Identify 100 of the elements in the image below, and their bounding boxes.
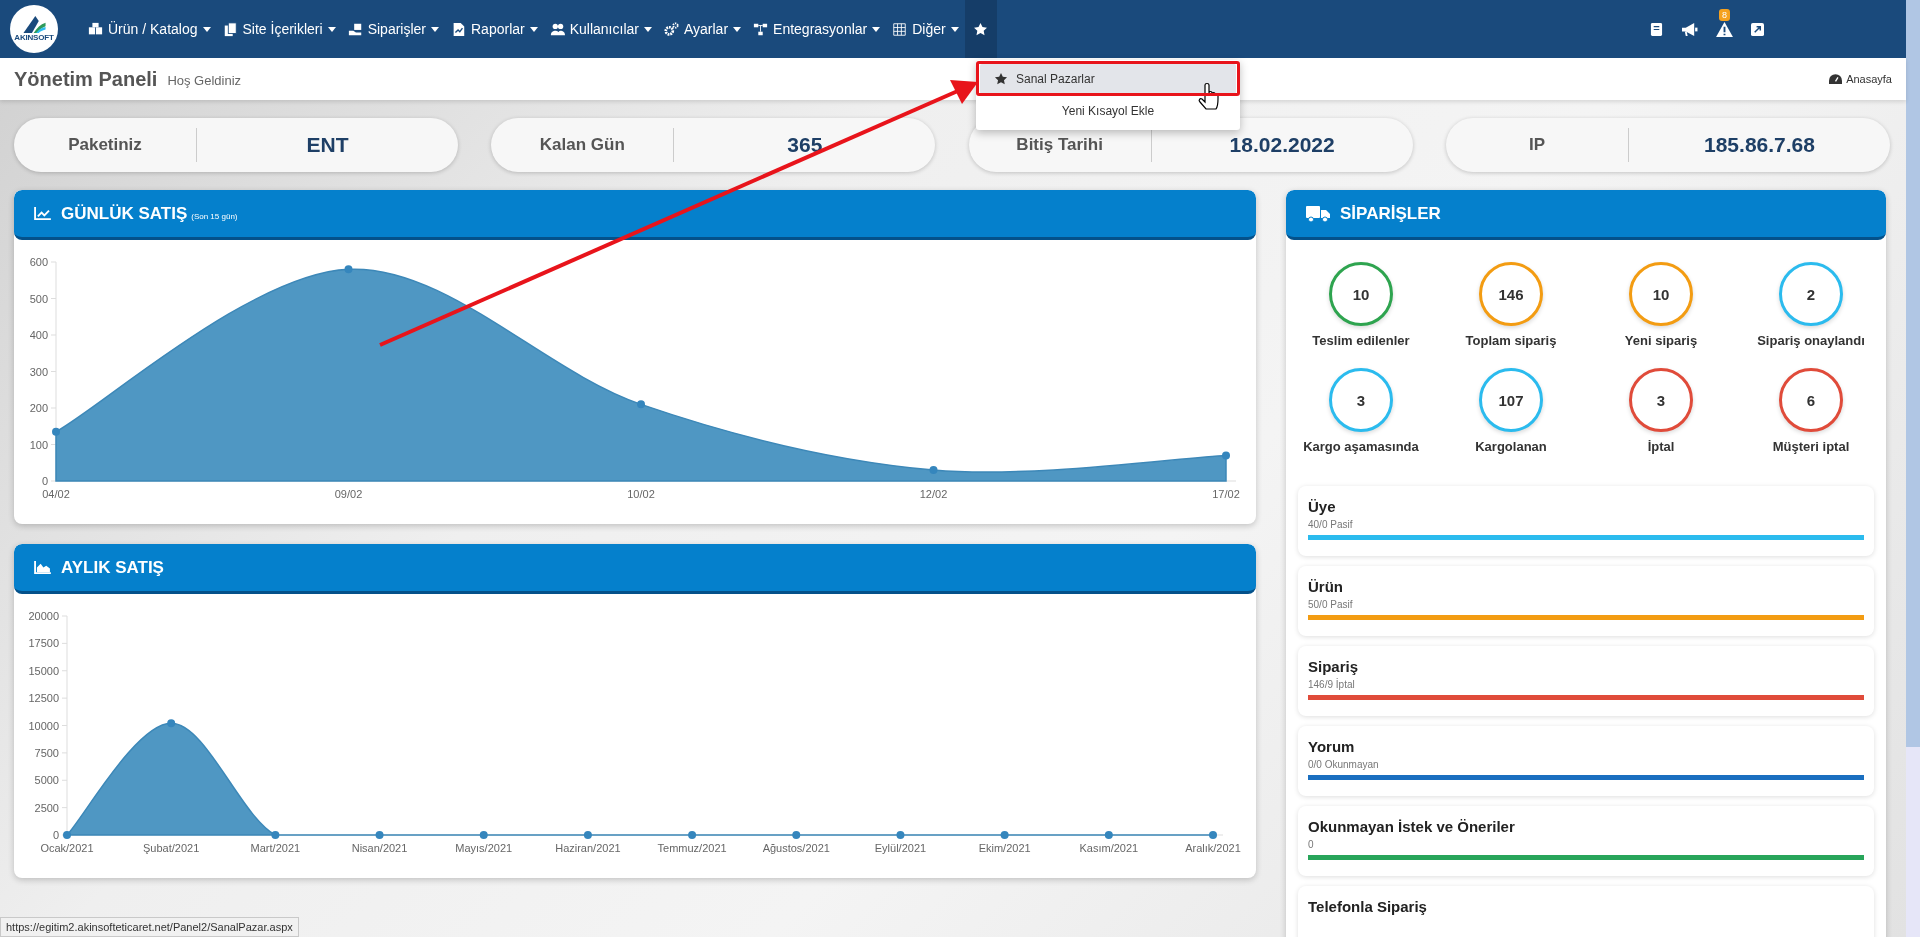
book-icon[interactable] [1650, 21, 1663, 37]
summary-title: Okunmayan İstek ve Öneriler [1308, 818, 1516, 835]
summary-title: Üye [1308, 498, 1337, 515]
panel-title: AYLIK SATIŞ [61, 557, 164, 578]
menu-item[interactable]: Yeni Kısayol Ekle [980, 96, 1236, 126]
data-point [344, 265, 353, 274]
documents-icon [222, 21, 238, 37]
caret-icon [202, 26, 211, 32]
info-value: 18.02.2022 [1228, 133, 1336, 157]
axis-label: Mart/2021 [250, 842, 301, 854]
axis-label: Nisan/2021 [351, 842, 408, 854]
menu-item[interactable]: Sanal Pazarlar [980, 64, 1236, 94]
menu-item[interactable]: Entegrasyonlar [747, 0, 887, 58]
panel-title: SİPARİŞLER [1340, 203, 1441, 224]
data-point [375, 831, 384, 839]
stat-label: Sipariş onaylandı [1757, 333, 1865, 348]
data-point [167, 719, 176, 728]
star-icon [994, 72, 1008, 86]
count-circle: 10 [1629, 262, 1693, 326]
summary-title: Sipariş [1308, 658, 1360, 675]
data-point [637, 400, 645, 409]
axis-label: Eylül/2021 [874, 842, 927, 854]
axis-label: 200 [29, 402, 48, 414]
data-point [1104, 831, 1113, 839]
data-point [52, 427, 60, 436]
axis-label: Ocak/2021 [40, 842, 94, 854]
data-point [63, 831, 71, 839]
summary-detail: 0/0 Okunmayan [1308, 759, 1380, 770]
line-chart-icon [34, 207, 51, 220]
axis-label: Mayıs/2021 [455, 842, 513, 854]
grid-icon [892, 21, 908, 37]
data-point [929, 466, 938, 475]
boxes-icon [88, 21, 103, 37]
data-point [479, 831, 488, 839]
data-point [792, 831, 801, 839]
caret-icon [431, 26, 439, 32]
warning-icon[interactable] [1716, 21, 1733, 37]
stat-label: Kargolanan [1475, 439, 1547, 454]
axis-label: 0 [41, 475, 48, 487]
axis-label: 12/02 [919, 488, 948, 500]
axis-label: Aralık/2021 [1185, 842, 1241, 854]
data-point [1209, 831, 1217, 839]
stat-label: Teslim edilenler [1312, 333, 1410, 348]
hand-cursor-icon [1198, 82, 1219, 110]
info-label: Bitiş Tarihi [1015, 135, 1104, 155]
menu-item[interactable]: Ürün / Katalog [82, 0, 217, 58]
menu-item[interactable]: Diğer [886, 0, 965, 58]
scrollbar[interactable] [1906, 0, 1920, 937]
count-circle: 107 [1479, 368, 1543, 432]
axis-label: 10000 [28, 719, 59, 732]
info-label: Kalan Gün [538, 135, 626, 155]
external-link-icon[interactable] [1751, 22, 1764, 36]
axis-label: 10/02 [627, 488, 655, 500]
info-value: 365 [786, 133, 824, 157]
summary-title: Telefonla Sipariş [1308, 898, 1428, 915]
users-icon [549, 21, 565, 37]
area-chart-icon [34, 561, 51, 574]
star-icon [973, 21, 989, 37]
megaphone-icon[interactable] [1681, 21, 1698, 37]
axis-label: 2500 [34, 801, 59, 814]
count-circle: 3 [1329, 368, 1393, 432]
home-link[interactable]: Anasayfa [1829, 73, 1892, 85]
stat-label: Kargo aşamasında [1303, 439, 1419, 454]
axis-label: 100 [29, 438, 48, 451]
status-url: https://egitim2.akinsofteticaret.net/Panel2/SanalPazar.aspx [0, 917, 299, 937]
stat-label: Yeni sipariş [1624, 333, 1698, 348]
axis-label: 09/02 [334, 488, 363, 500]
menu-item[interactable]: Site İçerikleri [216, 0, 342, 58]
stat-label: İptal [1647, 439, 1675, 454]
caret-icon [327, 26, 336, 32]
caret-icon [529, 26, 538, 32]
summary-detail: 40/0 Pasif [1308, 519, 1354, 530]
info-label: IP [1527, 135, 1546, 155]
menu-item[interactable]: Kullanıcılar [543, 0, 658, 58]
caret-icon [643, 26, 652, 32]
scrollbar-thumb[interactable] [1906, 0, 1920, 747]
menu-item[interactable]: Ayarlar [657, 0, 748, 58]
report-icon [451, 21, 466, 37]
caret-icon [950, 26, 959, 32]
axis-label: 17500 [28, 637, 59, 650]
gears-icon [663, 21, 679, 37]
data-point [1000, 831, 1009, 839]
package-icon [347, 21, 363, 37]
network-icon [753, 21, 769, 37]
axis-label: 17/02 [1212, 488, 1240, 500]
axis-label: 400 [29, 329, 48, 341]
summary-title: Yorum [1308, 738, 1356, 755]
axis-label: 12500 [28, 692, 59, 705]
stat-label: Müşteri iptal [1772, 439, 1850, 454]
menu-item[interactable]: Siparişler [341, 0, 445, 58]
summary-title: Ürün [1308, 578, 1344, 595]
count-circle: 146 [1479, 262, 1543, 326]
data-point [1222, 451, 1230, 460]
info-value: 185.86.7.68 [1703, 133, 1816, 157]
truck-icon [1306, 204, 1330, 223]
menu-item[interactable]: Raporlar [445, 0, 544, 58]
axis-label: 7500 [34, 746, 59, 759]
caret-icon [872, 26, 881, 32]
axis-label: 20000 [28, 610, 59, 622]
shortcuts-button[interactable] [964, 0, 997, 58]
